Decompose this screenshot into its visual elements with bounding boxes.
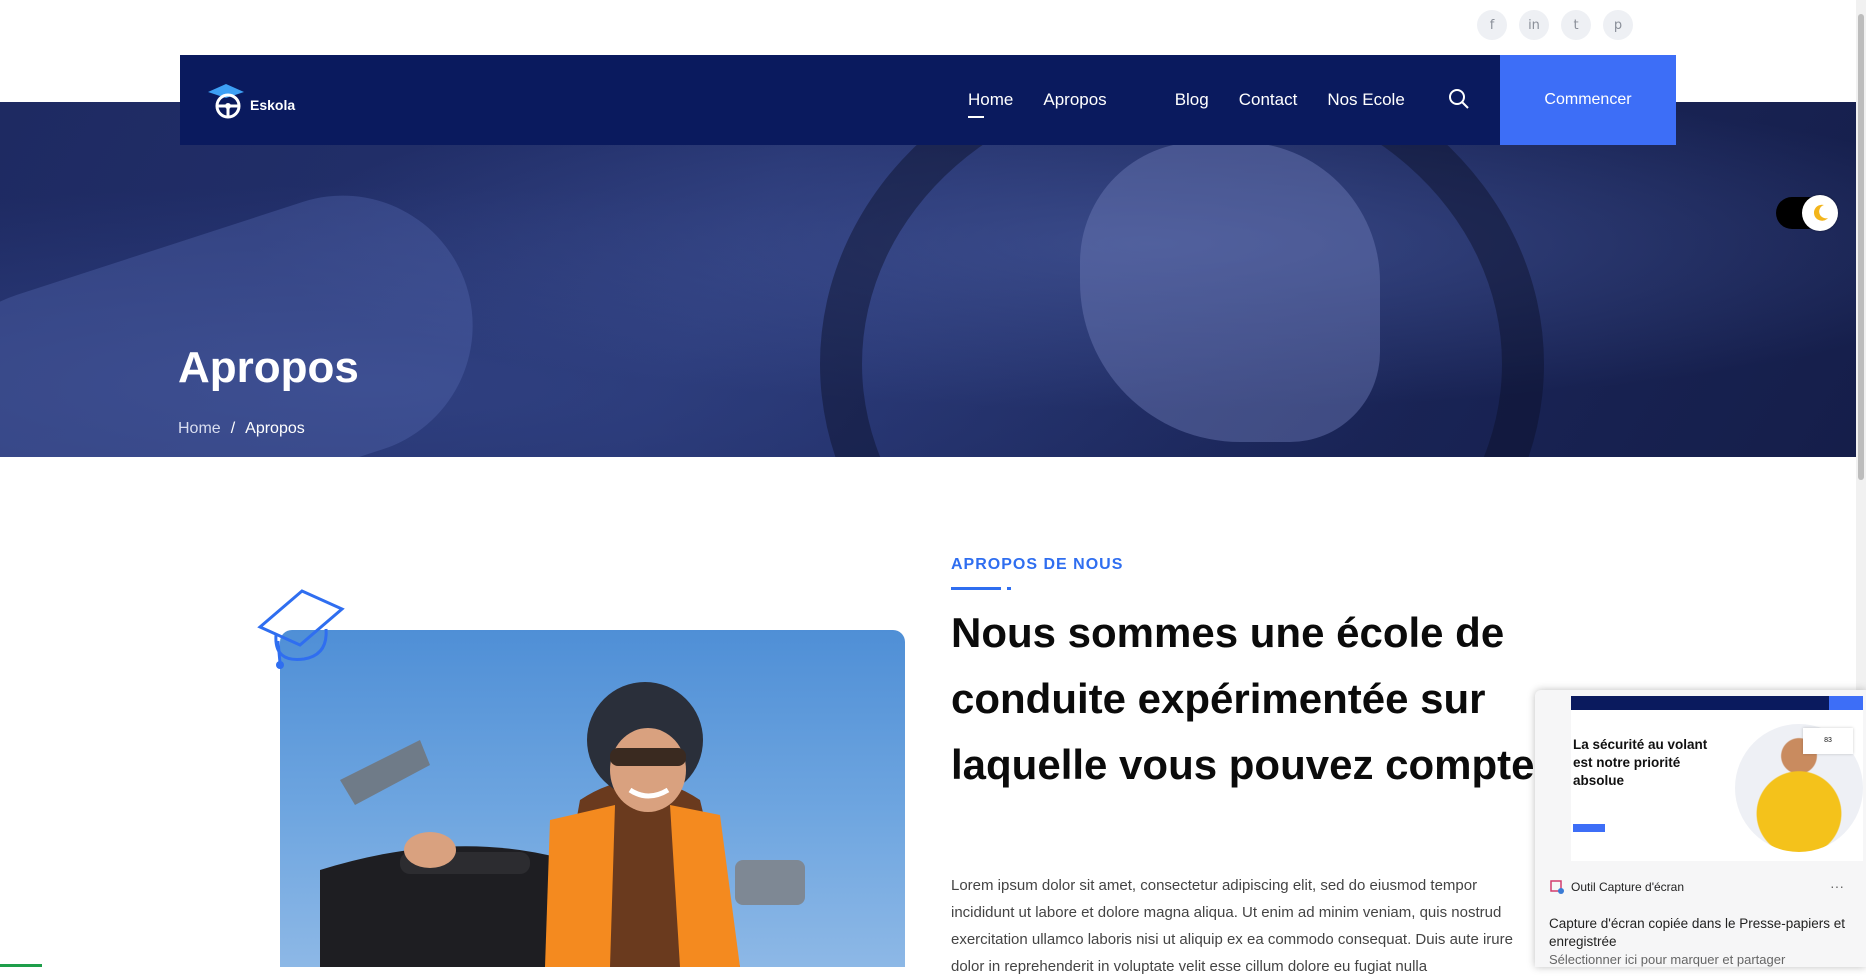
preview-button bbox=[1573, 824, 1605, 832]
snipping-tool-notification[interactable]: La sécurité au volant est notre priorité… bbox=[1535, 690, 1866, 967]
preview-badge: 83 bbox=[1803, 728, 1853, 754]
more-options-icon[interactable]: ··· bbox=[1830, 878, 1844, 894]
toggle-knob bbox=[1802, 195, 1838, 231]
scrollbar-thumb[interactable] bbox=[1858, 14, 1864, 480]
search-icon[interactable] bbox=[1448, 88, 1470, 110]
snipping-tool-icon bbox=[1550, 880, 1564, 894]
dark-mode-toggle[interactable] bbox=[1776, 195, 1840, 231]
linkedin-icon[interactable]: in bbox=[1519, 10, 1549, 40]
motorcycle-rider-illustration bbox=[320, 682, 805, 967]
about-paragraph: Lorem ipsum dolor sit amet, consectetur … bbox=[951, 877, 1513, 975]
eyebrow-underline bbox=[951, 587, 1011, 590]
nav-item-contact[interactable]: Contact bbox=[1239, 90, 1298, 110]
main-navbar: Eskola Home Apropos Blog Contact Nos Eco… bbox=[180, 55, 1676, 145]
twitter-icon[interactable]: t bbox=[1561, 10, 1591, 40]
social-links: f in t p bbox=[1477, 10, 1633, 40]
brand-name: Eskola bbox=[250, 97, 296, 113]
notification-hint[interactable]: Sélectionner ici pour marquer et partage… bbox=[1549, 952, 1785, 967]
section-eyebrow: APROPOS DE NOUS bbox=[951, 556, 1124, 573]
nav-item-home[interactable]: Home bbox=[968, 90, 1013, 118]
nav-menu: Home Apropos Blog Contact Nos Ecole bbox=[968, 55, 1435, 145]
about-heading: Nous sommes une école de conduite expéri… bbox=[951, 609, 1551, 788]
nav-item-nos-ecole[interactable]: Nos Ecole bbox=[1327, 90, 1404, 110]
commencer-button[interactable]: Commencer bbox=[1500, 55, 1676, 145]
banner-arm-shape bbox=[0, 161, 507, 457]
preview-navbar bbox=[1571, 696, 1863, 710]
breadcrumb-separator: / bbox=[230, 420, 236, 437]
breadcrumb-home-link[interactable]: Home bbox=[178, 420, 221, 438]
page-title: Apropos bbox=[178, 343, 359, 392]
breadcrumb-current: Apropos bbox=[245, 420, 305, 437]
screenshot-preview[interactable]: La sécurité au volant est notre priorité… bbox=[1571, 696, 1863, 861]
facebook-icon[interactable]: f bbox=[1477, 10, 1507, 40]
breadcrumb: Home / Apropos bbox=[178, 420, 305, 438]
graduation-cap-icon bbox=[257, 589, 345, 669]
eyebrow-underline-bar bbox=[951, 587, 1001, 590]
nav-item-apropos[interactable]: Apropos bbox=[1043, 90, 1106, 110]
moon-icon bbox=[1813, 204, 1828, 221]
notification-message: Capture d'écran copiée dans le Presse-pa… bbox=[1549, 916, 1845, 949]
notification-header: Outil Capture d'écran ··· bbox=[1535, 870, 1866, 904]
about-motorcycle-photo bbox=[280, 630, 905, 967]
pinterest-icon[interactable]: p bbox=[1603, 10, 1633, 40]
eyebrow-underline-dot bbox=[1007, 587, 1011, 590]
preview-title: La sécurité au volant est notre priorité… bbox=[1573, 737, 1708, 788]
brand-logo[interactable]: Eskola bbox=[206, 80, 295, 120]
steering-cap-logo-icon bbox=[208, 84, 244, 119]
preview-cta bbox=[1829, 696, 1863, 710]
notification-app-name: Outil Capture d'écran bbox=[1571, 880, 1685, 894]
page-banner: Apropos Home / Apropos bbox=[0, 102, 1856, 457]
nav-item-blog[interactable]: Blog bbox=[1175, 90, 1209, 110]
